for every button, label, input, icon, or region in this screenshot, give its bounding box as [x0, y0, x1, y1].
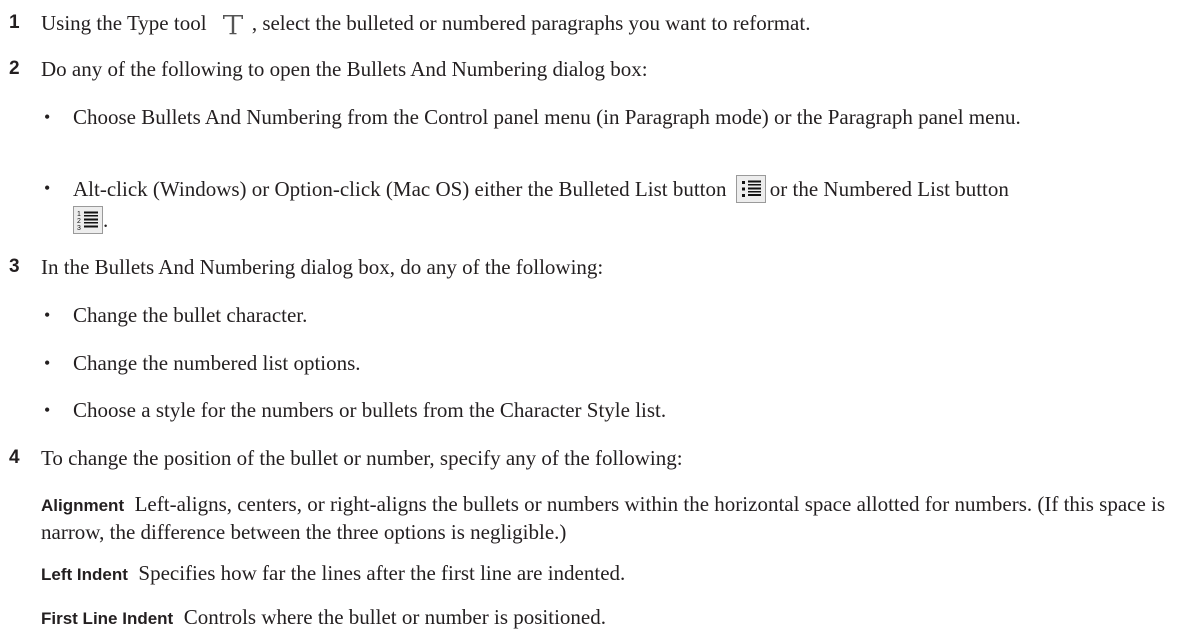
bullet-glyph: • — [44, 107, 51, 127]
bulleted-list-icon — [735, 175, 766, 209]
bullet-text: Choose Bullets And Numbering from the Co… — [73, 105, 1021, 129]
definition-term: First Line Indent — [41, 609, 174, 628]
definition: Alignment Left-aligns, centers, or right… — [41, 491, 1191, 545]
step-number: 3 — [9, 256, 20, 277]
bullet-text: Change the numbered list options. — [73, 351, 361, 375]
definition-text: Controls where the bullet or number is p… — [183, 605, 607, 629]
numbered-list-icon: 1 2 3 — [73, 206, 103, 240]
bullet-text-before: Alt-click (Windows) or Option-click (Mac… — [73, 177, 727, 201]
document-page: { "steps": [ { "number": "1", "text_befo… — [0, 0, 1201, 635]
bullet-text-continued: 1 2 3 . — [73, 206, 1193, 240]
step-text: To change the position of the bullet or … — [41, 446, 683, 470]
type-tool-icon — [220, 11, 246, 43]
definition: First Line Indent Controls where the bul… — [41, 604, 1191, 632]
step-text-after: , select the bulleted or numbered paragr… — [251, 11, 811, 35]
bullet-text: Alt-click (Windows) or Option-click (Mac… — [73, 175, 1193, 209]
svg-text:1: 1 — [77, 211, 81, 218]
bullet-glyph: • — [44, 178, 51, 198]
bullet-text-after: . — [103, 208, 109, 232]
step-text: In the Bullets And Numbering dialog box,… — [41, 255, 604, 279]
step-number: 2 — [9, 58, 20, 79]
bullet-text: Change the bullet character. — [73, 303, 308, 327]
svg-text:2: 2 — [77, 218, 81, 225]
bullet-glyph: • — [44, 400, 51, 420]
definition-text: Specifies how far the lines after the fi… — [138, 561, 626, 585]
bullet-glyph: • — [44, 305, 51, 325]
bullet-text: Choose a style for the numbers or bullet… — [73, 398, 667, 422]
definition: Left Indent Specifies how far the lines … — [41, 560, 1191, 588]
step-text: Using the Type tool , select the bullete… — [41, 10, 1191, 43]
step-number: 1 — [9, 12, 20, 33]
bullet-text-middle: or the Numbered List button — [769, 177, 1009, 201]
step-text: Do any of the following to open the Bull… — [41, 57, 648, 81]
definition-text: Left-aligns, centers, or right-aligns th… — [41, 492, 1166, 544]
definition-term: Left Indent — [41, 565, 128, 584]
definition-term: Alignment — [41, 496, 125, 515]
svg-text:3: 3 — [77, 225, 81, 232]
step-text-before: Using the Type tool — [41, 11, 207, 35]
bullet-glyph: • — [44, 353, 51, 373]
step-number: 4 — [9, 447, 20, 468]
